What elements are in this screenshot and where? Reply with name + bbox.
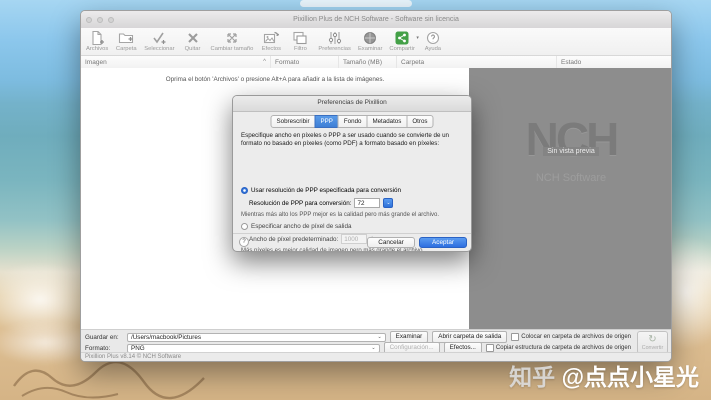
- column-label: Imagen: [85, 59, 107, 66]
- same-folder-checkbox-row[interactable]: Colocar en carpeta de archivos de origen: [511, 333, 631, 341]
- window-titlebar[interactable]: Pixillion Plus de NCH Software - Softwar…: [81, 11, 671, 29]
- tab-metadatos[interactable]: Metadatos: [366, 115, 407, 128]
- empty-list-message: Oprima el botón 'Archivos' o presione Al…: [81, 76, 469, 83]
- dpi-combo-button[interactable]: ⌄: [383, 198, 393, 208]
- dialog-tabs: Sobrescribir PPP Fondo Metadatos Otros: [271, 115, 434, 128]
- use-dpi-radio-label: Usar resolución de PPP especificada para…: [251, 187, 401, 194]
- dpi-help-text: Mientras más alto los PPP mejor es la ca…: [241, 212, 439, 218]
- filter-icon: [292, 30, 308, 46]
- convert-button-label: Convertir: [642, 345, 664, 351]
- use-dpi-radio-row[interactable]: Usar resolución de PPP especificada para…: [241, 187, 401, 194]
- effects-icon: [263, 30, 279, 46]
- toolbar-label: Carpeta: [116, 46, 137, 52]
- watermark: 知乎 @点点小星光: [509, 358, 699, 392]
- dialog-footer: ? Cancelar Aceptar: [233, 233, 471, 251]
- dialog-body: Especifique ancho en píxeles o PPP a ser…: [241, 132, 463, 149]
- select-icon: [151, 30, 167, 46]
- tab-fondo[interactable]: Fondo: [338, 115, 368, 128]
- toolbar-button-filtro[interactable]: Filtro: [287, 30, 313, 52]
- cancel-button[interactable]: Cancelar: [367, 237, 415, 248]
- toolbar-label: Ayuda: [425, 46, 441, 52]
- copy-structure-checkbox[interactable]: [486, 344, 494, 352]
- same-folder-checkbox-label: Colocar en carpeta de archivos de origen: [521, 334, 631, 340]
- tab-otros[interactable]: Otros: [406, 115, 433, 128]
- toolbar-label: Examinar: [358, 46, 382, 52]
- copy-structure-checkbox-label: Copiar estructura de carpeta de archivos…: [496, 345, 631, 351]
- column-header-formato[interactable]: Formato: [271, 56, 339, 68]
- format-label: Formato:: [85, 345, 123, 352]
- browse-icon: [362, 30, 378, 46]
- toolbar-label: Preferencias: [318, 46, 351, 52]
- remove-icon: [185, 30, 201, 46]
- preferences-icon: [327, 30, 343, 46]
- accept-button[interactable]: Aceptar: [419, 237, 467, 248]
- column-header-tamano[interactable]: Tamaño (MB): [339, 56, 397, 68]
- toolbar-label: Seleccionar: [144, 46, 174, 52]
- toolbar-label: Quitar: [185, 46, 201, 52]
- toolbar-button-cambiar-tamano[interactable]: Cambiar tamaño: [209, 30, 256, 52]
- toolbar-button-efectos[interactable]: Efectos: [258, 30, 284, 52]
- column-header-imagen[interactable]: Imagen ^: [81, 56, 271, 68]
- toolbar-button-quitar[interactable]: Quitar: [180, 30, 206, 52]
- column-label: Estado: [561, 59, 581, 66]
- watermark-handle: @点点小星光: [562, 364, 699, 390]
- toolbar-label: Cambiar tamaño: [211, 46, 254, 52]
- tab-ppp[interactable]: PPP: [315, 115, 339, 128]
- dpi-field-label: Resolución de PPP para conversión:: [249, 200, 351, 207]
- tab-sobrescribir[interactable]: Sobrescribir: [271, 115, 316, 128]
- chevron-down-icon: ⌄: [371, 345, 375, 351]
- save-path-value: /Users/macbook/Pictures: [131, 334, 201, 341]
- dialog-titlebar[interactable]: Preferencias de Pixillion: [233, 96, 471, 112]
- chevron-down-icon: ⌄: [377, 334, 381, 340]
- toolbar-label: Compartir: [389, 46, 414, 52]
- save-path-combobox[interactable]: /Users/macbook/Pictures ⌄: [127, 333, 386, 342]
- dpi-intro-text: Especifique ancho en píxeles o PPP a ser…: [241, 132, 463, 149]
- desktop: Pixillion Plus de NCH Software - Softwar…: [0, 0, 711, 400]
- dialog-title: Preferencias de Pixillion: [233, 99, 471, 106]
- column-label: Carpeta: [401, 59, 424, 66]
- no-preview-label: Sin vista previa: [469, 140, 672, 158]
- nch-software-caption: NCH Software: [469, 172, 672, 184]
- column-label: Formato: [275, 59, 299, 66]
- share-dropdown-caret-icon[interactable]: ▾: [416, 35, 419, 41]
- cloud: [300, 0, 412, 7]
- convert-arrows-icon: ↻: [648, 335, 656, 345]
- toolbar-button-seleccionar[interactable]: Seleccionar: [142, 30, 176, 52]
- column-label: Tamaño (MB): [343, 59, 382, 66]
- toolbar: Archivos Carpeta Seleccionar Quitar Camb…: [81, 28, 671, 56]
- toolbar-label: Archivos: [86, 46, 108, 52]
- add-file-icon: [89, 30, 105, 46]
- share-icon: [394, 30, 410, 46]
- resize-icon: [224, 30, 240, 46]
- column-header-estado[interactable]: Estado: [557, 56, 671, 68]
- dpi-field-row: Resolución de PPP para conversión: 72 ⌄: [249, 198, 393, 208]
- use-dpi-radio[interactable]: [241, 187, 248, 194]
- pixel-width-radio-label: Especificar ancho de píxel de salida: [251, 223, 351, 230]
- help-icon: [425, 30, 441, 46]
- toolbar-button-preferencias[interactable]: Preferencias: [316, 30, 353, 52]
- save-in-label: Guardar en:: [85, 334, 123, 341]
- preview-pane: NCH Sin vista previa NCH Software: [469, 68, 672, 329]
- preferences-dialog: Preferencias de Pixillion Sobrescribir P…: [232, 95, 472, 252]
- toolbar-button-archivos[interactable]: Archivos: [84, 30, 110, 52]
- toolbar-label: Efectos: [262, 46, 281, 52]
- dpi-value-field[interactable]: 72: [354, 198, 380, 208]
- sort-indicator: ^: [263, 59, 266, 65]
- copy-structure-checkbox-row[interactable]: Copiar estructura de carpeta de archivos…: [486, 344, 631, 352]
- pixel-width-radio[interactable]: [241, 223, 248, 230]
- format-value: PNG: [131, 345, 145, 352]
- column-header-carpeta[interactable]: Carpeta: [397, 56, 557, 68]
- toolbar-button-ayuda[interactable]: Ayuda: [420, 30, 446, 52]
- toolbar-button-compartir[interactable]: ▾ Compartir: [387, 30, 416, 52]
- pixel-width-radio-row[interactable]: Especificar ancho de píxel de salida: [241, 223, 351, 230]
- watermark-brand: 知乎: [509, 364, 555, 390]
- same-folder-checkbox[interactable]: [511, 333, 519, 341]
- convert-button[interactable]: ↻ Convertir: [637, 331, 668, 354]
- toolbar-label: Filtro: [294, 46, 307, 52]
- toolbar-button-examinar[interactable]: Examinar: [356, 30, 384, 52]
- dialog-help-button[interactable]: ?: [239, 237, 249, 247]
- window-title: Pixillion Plus de NCH Software - Softwar…: [81, 16, 671, 23]
- add-folder-icon: [118, 30, 134, 46]
- toolbar-button-carpeta[interactable]: Carpeta: [113, 30, 139, 52]
